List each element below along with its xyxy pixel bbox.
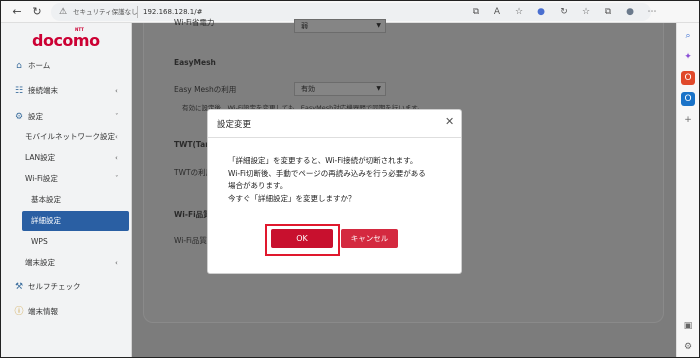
back-icon[interactable]: ←: [9, 4, 25, 20]
wifi-quality-heading: Wi-Fi品質: [174, 210, 211, 219]
sidebar-item-label: 設定: [28, 112, 43, 121]
office-icon[interactable]: O: [681, 71, 695, 85]
dialog-message-line: Wi-Fi切断後、手動でページの再読み込みを行う必要がある: [228, 168, 426, 178]
easymesh-heading: EasyMesh: [174, 58, 216, 67]
dialog-message: 「詳細設定」を変更すると、Wi-Fi接続が切断されます。 Wi-Fi切断後、手動…: [228, 155, 453, 205]
chevron-down-icon: ˇ: [115, 113, 119, 121]
sidebar-item-advanced[interactable]: 詳細設定: [22, 211, 129, 231]
dialog-title: 設定変更: [217, 120, 252, 130]
sidebar-item-settings[interactable]: ⚙ 設定 ˇ: [1, 107, 132, 127]
easymesh-value: 有効: [301, 85, 315, 93]
sidebar-item-label: セルフチェック: [28, 282, 81, 291]
easymesh-select[interactable]: 有効 ▼: [294, 82, 386, 96]
reload-icon[interactable]: ↻: [29, 4, 45, 20]
open-in-app-icon[interactable]: ⧉: [469, 5, 483, 19]
sidebar-item-device-settings[interactable]: 端末設定 ‹: [1, 253, 132, 273]
ok-button[interactable]: OK: [271, 229, 333, 248]
chevron-left-icon: ‹: [115, 87, 118, 95]
chevron-left-icon: ‹: [115, 259, 118, 267]
chevron-down-icon: ▼: [376, 22, 381, 29]
favorite-icon[interactable]: ☆: [512, 5, 526, 19]
sidebar-item-home[interactable]: ⌂ ホーム: [1, 56, 132, 76]
wifi-power-select[interactable]: 弱 ▼: [294, 19, 386, 33]
chevron-left-icon: ‹: [115, 133, 118, 141]
extension-icon[interactable]: ●: [534, 5, 548, 19]
refresh-extension-icon[interactable]: ↻: [557, 5, 571, 19]
sidebar-item-label: Wi-Fi設定: [25, 174, 58, 183]
search-icon[interactable]: ⌕: [681, 29, 695, 43]
add-icon[interactable]: +: [681, 113, 695, 127]
sidebar-item-label: 端末設定: [25, 258, 55, 267]
wifi-power-label: Wi-Fi省電力: [174, 18, 215, 27]
copilot-icon[interactable]: ⧉: [601, 5, 615, 19]
sidebar-item-label: LAN設定: [25, 153, 56, 162]
collections-icon[interactable]: ☆: [579, 5, 593, 19]
sparkle-icon[interactable]: ✦: [681, 50, 695, 64]
chevron-left-icon: ‹: [115, 154, 118, 162]
info-icon: ⓘ: [14, 307, 24, 317]
sidebar-item-wifi[interactable]: Wi-Fi設定 ˇ: [1, 169, 132, 189]
outlook-icon[interactable]: O: [681, 92, 695, 106]
cancel-button[interactable]: キャンセル: [341, 229, 398, 248]
chevron-down-icon: ▼: [376, 85, 381, 92]
browser-window: ← ↻ ⚠ セキュリティ保護なし 192.168.128.1/# ⧉ A ☆ ●…: [0, 0, 700, 358]
profile-avatar-icon[interactable]: ●: [623, 5, 637, 19]
dialog-message-line: 「詳細設定」を変更すると、Wi-Fi接続が切断されます。: [228, 156, 418, 165]
app-sidebar: NTT docomo ⌂ ホーム ☷ 接続端末 ‹ ⚙ 設定 ˇ モバイルネット…: [1, 23, 132, 357]
wrench-icon: ⚒: [14, 282, 24, 292]
docomo-logo: docomo: [32, 31, 100, 50]
sidebar-item-basic[interactable]: 基本設定: [1, 190, 132, 210]
sidebar-item-label: 端末情報: [28, 307, 58, 316]
sidebar-item-mobile-network[interactable]: モバイルネットワーク設定 ‹: [1, 127, 132, 147]
close-icon[interactable]: ✕: [445, 116, 454, 128]
chevron-down-icon: ˇ: [115, 175, 119, 183]
browser-side-bar: ⌕ ✦ O O + ▣ ⚙: [676, 23, 699, 357]
sidebar-item-lan[interactable]: LAN設定 ‹: [1, 148, 132, 168]
sidebar-item-device-info[interactable]: ⓘ 端末情報: [1, 302, 132, 322]
dialog-message-line: 場合があります。: [228, 181, 288, 190]
easymesh-label: Easy Meshの利用: [174, 85, 237, 94]
security-label: セキュリティ保護なし: [73, 8, 138, 16]
settings-icon[interactable]: ⚙: [681, 340, 695, 354]
sidebar-item-label: 基本設定: [31, 195, 61, 204]
gear-icon: ⚙: [14, 112, 24, 122]
sidebar-item-self-check[interactable]: ⚒ セルフチェック: [1, 277, 132, 297]
split-screen-icon[interactable]: ▣: [681, 319, 695, 333]
more-menu-icon[interactable]: ⋯: [645, 5, 659, 19]
sidebar-item-wps[interactable]: WPS: [1, 232, 132, 252]
sidebar-item-connected-devices[interactable]: ☷ 接続端末 ‹: [1, 81, 132, 101]
sidebar-item-label: モバイルネットワーク設定: [25, 132, 115, 141]
dialog-header: 設定変更 ✕: [208, 110, 461, 138]
dialog-message-line: 今すぐ「詳細設定」を変更しますか？: [228, 193, 356, 203]
wifi-power-value: 弱: [301, 22, 308, 30]
address-separator: [137, 6, 138, 18]
network-icon: ☷: [14, 86, 24, 96]
sidebar-item-label: WPS: [31, 237, 48, 246]
home-icon: ⌂: [16, 61, 22, 71]
sidebar-item-label: ホーム: [28, 61, 51, 70]
read-aloud-icon[interactable]: A: [490, 5, 504, 19]
sidebar-item-label: 詳細設定: [31, 216, 61, 225]
sidebar-item-label: 接続端末: [28, 86, 58, 95]
warning-icon: ⚠: [59, 7, 68, 17]
